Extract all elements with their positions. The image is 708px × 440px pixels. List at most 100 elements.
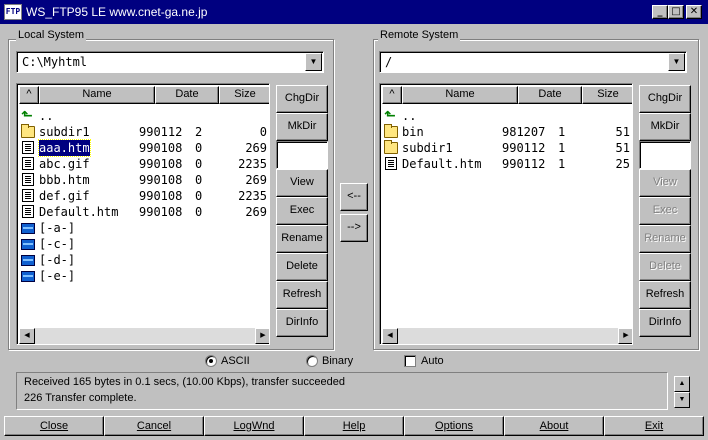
file-row[interactable]: bbb.htm 990108 0 269	[19, 172, 269, 188]
file-row[interactable]: def.gif 990108 0 2235	[19, 188, 269, 204]
status-line-1: Received 165 bytes in 0.1 secs, (10.00 K…	[24, 376, 346, 388]
file-row[interactable]: ⬑..	[19, 108, 269, 124]
remote-path-value: /	[385, 55, 393, 69]
chevron-down-icon[interactable]: ▼	[668, 53, 685, 71]
local-size-header[interactable]: Size	[219, 86, 269, 104]
file-icon	[22, 141, 34, 154]
file-name: [-c-]	[39, 237, 76, 251]
remote-file-list[interactable]: ^ Name Date Size ⬑.. bin 981207 1 51 subdir1 9…	[379, 83, 633, 345]
folder-icon	[384, 124, 398, 138]
transfer-to-local-button[interactable]: <--	[340, 183, 368, 211]
file-row[interactable]: Default.htm 990112 1 25	[382, 156, 632, 172]
file-row[interactable]: subdir1 990112 1 51	[382, 140, 632, 156]
close-button[interactable]: ✕	[686, 5, 702, 19]
remote-rename-button[interactable]: Rename	[639, 225, 691, 253]
local-date-header[interactable]: Date	[155, 86, 219, 104]
ftp-app-icon: FTP	[4, 4, 22, 20]
local-mkdir-button[interactable]: MkDir	[276, 113, 328, 141]
scroll-up-icon[interactable]: ▲	[674, 376, 690, 392]
file-icon	[22, 173, 34, 186]
local-exec-button[interactable]: Exec	[276, 197, 328, 225]
folder-icon	[384, 140, 398, 154]
close-app-button[interactable]: Close	[4, 416, 104, 436]
file-size: 269	[245, 141, 267, 155]
scroll-right-icon[interactable]: ▶	[255, 328, 269, 344]
file-row[interactable]: abc.gif 990108 0 2235	[19, 156, 269, 172]
remote-date-header[interactable]: Date	[518, 86, 582, 104]
local-delete-button[interactable]: Delete	[276, 253, 328, 281]
remote-view-button[interactable]: View	[639, 169, 691, 197]
file-size: 0	[259, 125, 267, 139]
scroll-right-icon[interactable]: ▶	[618, 328, 632, 344]
maximize-button[interactable]: □	[668, 5, 684, 19]
scroll-left-icon[interactable]: ◀	[382, 328, 398, 344]
remote-refresh-button[interactable]: Refresh	[639, 281, 691, 309]
file-date: 990112	[502, 157, 546, 171]
binary-radio[interactable]	[306, 355, 318, 367]
chevron-down-icon[interactable]: ▼	[305, 53, 322, 71]
local-file-list[interactable]: ^ Name Date Size ⬑.. subdir1 990112 2 0 aaa.h…	[16, 83, 270, 345]
file-date: 990108	[139, 189, 183, 203]
scroll-down-icon[interactable]: ▼	[674, 392, 690, 408]
file-row[interactable]: [-d-]	[19, 252, 269, 268]
remote-delete-button[interactable]: Delete	[639, 253, 691, 281]
drive-icon	[21, 239, 35, 250]
file-name: [-a-]	[39, 221, 76, 235]
help-button[interactable]: Help	[304, 416, 404, 436]
file-attr: 0	[195, 173, 203, 187]
remote-size-header[interactable]: Size	[582, 86, 632, 104]
remote-horizontal-scrollbar[interactable]: ◀ ▶	[382, 328, 632, 344]
local-rename-button[interactable]: Rename	[276, 225, 328, 253]
remote-path-combo[interactable]: / ▼	[379, 51, 687, 73]
file-icon	[22, 157, 34, 170]
file-row[interactable]: Default.htm 990108 0 269	[19, 204, 269, 220]
auto-checkbox[interactable]	[404, 355, 416, 367]
minimize-button[interactable]: _	[652, 5, 668, 19]
local-path-value: C:\Myhtml	[22, 55, 88, 69]
scroll-left-icon[interactable]: ◀	[19, 328, 35, 344]
file-size: 269	[245, 205, 267, 219]
file-row[interactable]: ⬑..	[382, 108, 632, 124]
title-bar[interactable]: FTP WS_FTP95 LE www.cnet-ga.ne.jp _ □ ✕	[0, 0, 708, 24]
file-attr: 0	[195, 141, 203, 155]
local-path-combo[interactable]: C:\Myhtml ▼	[16, 51, 324, 73]
file-row[interactable]: [-a-]	[19, 220, 269, 236]
file-name: aaa.htm	[38, 139, 91, 157]
local-sort-header[interactable]: ^	[19, 86, 39, 104]
file-date: 990108	[139, 173, 183, 187]
file-row[interactable]: [-c-]	[19, 236, 269, 252]
exit-button[interactable]: Exit	[604, 416, 704, 436]
file-row[interactable]: bin 981207 1 51	[382, 124, 632, 140]
remote-sort-header[interactable]: ^	[382, 86, 402, 104]
remote-mkdir-input[interactable]	[639, 141, 691, 169]
status-log: Received 165 bytes in 0.1 secs, (10.00 K…	[16, 372, 668, 410]
logwnd-button[interactable]: LogWnd	[204, 416, 304, 436]
remote-mkdir-button[interactable]: MkDir	[639, 113, 691, 141]
about-button[interactable]: About	[504, 416, 604, 436]
local-name-header[interactable]: Name	[39, 86, 155, 104]
local-dirinfo-button[interactable]: DirInfo	[276, 309, 328, 337]
drive-icon	[21, 271, 35, 282]
drive-icon	[21, 223, 35, 234]
remote-chgdir-button[interactable]: ChgDir	[639, 85, 691, 113]
options-button[interactable]: Options	[404, 416, 504, 436]
file-attr: 1	[558, 141, 566, 155]
remote-name-header[interactable]: Name	[402, 86, 518, 104]
file-row[interactable]: [-e-]	[19, 268, 269, 284]
remote-dirinfo-button[interactable]: DirInfo	[639, 309, 691, 337]
local-view-button[interactable]: View	[276, 169, 328, 197]
local-mkdir-input[interactable]	[276, 141, 328, 169]
local-horizontal-scrollbar[interactable]: ◀ ▶	[19, 328, 269, 344]
file-name: ..	[39, 109, 54, 123]
local-chgdir-button[interactable]: ChgDir	[276, 85, 328, 113]
cancel-button[interactable]: Cancel	[104, 416, 204, 436]
file-row[interactable]: subdir1 990112 2 0	[19, 124, 269, 140]
transfer-to-remote-button[interactable]: -->	[340, 214, 368, 242]
remote-exec-button[interactable]: Exec	[639, 197, 691, 225]
file-icon	[385, 157, 397, 170]
file-name: subdir1	[39, 125, 90, 139]
local-refresh-button[interactable]: Refresh	[276, 281, 328, 309]
file-row[interactable]: aaa.htm 990108 0 269	[19, 139, 269, 157]
ascii-radio[interactable]	[205, 355, 217, 367]
local-system-label: Local System	[16, 29, 87, 41]
